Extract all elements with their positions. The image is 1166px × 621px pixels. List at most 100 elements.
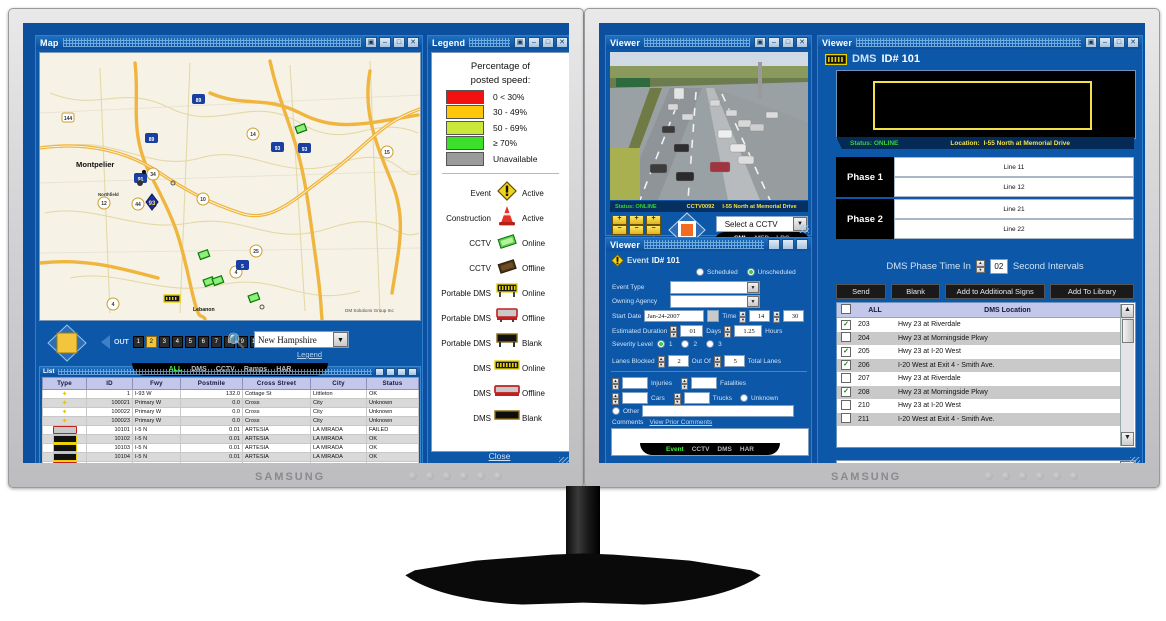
dms-titlebar[interactable]: Viewer ▣ – □ ✕ bbox=[818, 36, 1142, 49]
time-minutes-value[interactable]: 30 bbox=[783, 310, 805, 322]
zoom-level-6[interactable]: 6 bbox=[197, 336, 209, 348]
calendar-icon[interactable] bbox=[707, 310, 720, 322]
minimize-icon[interactable]: – bbox=[528, 37, 540, 48]
event-titlebar[interactable]: Viewer bbox=[606, 238, 811, 251]
event-tab-cctv[interactable]: CCTV bbox=[692, 446, 710, 453]
dms-table[interactable]: ALL DMS Location ✓ 203 Hwy 23 at Riverdale… bbox=[837, 303, 1120, 426]
pan-plus-button[interactable]: + bbox=[629, 215, 644, 225]
duration-days-value[interactable]: 01 bbox=[680, 325, 704, 337]
restore-icon[interactable]: ▣ bbox=[1085, 37, 1097, 48]
dms-row-checkbox[interactable]: ✓ bbox=[841, 360, 851, 371]
unknown-radio[interactable] bbox=[740, 394, 748, 402]
table-row[interactable]: ✦ 1 I-93 W 132.0 Cottage St Littleton OK bbox=[42, 389, 419, 399]
maximize-icon[interactable]: □ bbox=[1113, 37, 1125, 48]
dms-col-location[interactable]: DMS Location bbox=[895, 303, 1120, 318]
close-icon[interactable]: ✕ bbox=[796, 37, 808, 48]
dms-message-area[interactable] bbox=[873, 81, 1092, 130]
maximize-icon[interactable]: □ bbox=[393, 37, 405, 48]
dms-col-all[interactable]: ALL bbox=[855, 303, 895, 318]
resize-grip[interactable] bbox=[1130, 457, 1140, 463]
dms-row-checkbox[interactable] bbox=[841, 332, 851, 343]
chevron-down-icon[interactable]: ▼ bbox=[333, 332, 348, 347]
dms-row-checkbox-cell[interactable]: ✓ bbox=[837, 358, 855, 372]
view-prior-comments-link[interactable]: View Prior Comments bbox=[649, 419, 712, 426]
cctv-titlebar[interactable]: Viewer ▣ – □ ✕ bbox=[606, 36, 811, 49]
dms-table-row[interactable]: 210 Hwy 23 at I-20 West bbox=[837, 399, 1120, 413]
other-radio[interactable] bbox=[612, 407, 620, 415]
restore-icon[interactable]: ▣ bbox=[754, 37, 766, 48]
map-pan-pad[interactable] bbox=[47, 324, 87, 362]
dms-table-row[interactable]: ✓ 203 Hwy 23 at Riverdale bbox=[837, 318, 1120, 332]
event-tab-event[interactable]: Event bbox=[666, 446, 684, 453]
total-lanes-spinner[interactable]: ▲ ▼ bbox=[713, 355, 721, 368]
sign-select[interactable]: Select a Sign ▼ bbox=[836, 460, 1136, 463]
cars-input[interactable] bbox=[622, 392, 648, 404]
maximize-icon[interactable] bbox=[397, 367, 406, 376]
add-to-library-button[interactable]: Add To Library bbox=[1049, 284, 1134, 299]
trucks-input[interactable] bbox=[683, 392, 710, 404]
monitor-buttons-left[interactable] bbox=[409, 472, 502, 480]
dms-row-checkbox-cell[interactable]: ✓ bbox=[837, 385, 855, 399]
table-row[interactable]: 10101 I-5 N 0.01 ARTESIA LA MIRADA FAILED bbox=[42, 425, 419, 435]
maximize-icon[interactable]: □ bbox=[542, 37, 554, 48]
close-icon[interactable]: ✕ bbox=[1127, 37, 1139, 48]
close-icon[interactable]: ✕ bbox=[407, 37, 419, 48]
owning-agency-select[interactable]: ▼ bbox=[670, 295, 760, 308]
scroll-down-arrow-icon[interactable]: ▼ bbox=[1121, 432, 1134, 446]
chevron-down-icon[interactable]: ▼ bbox=[747, 282, 759, 293]
severity-radio-3[interactable] bbox=[706, 340, 715, 348]
lanes-blocked-value[interactable]: 2 bbox=[667, 355, 689, 367]
restore-icon[interactable]: ▣ bbox=[514, 37, 526, 48]
minimize-icon[interactable]: – bbox=[379, 37, 391, 48]
duration-days-spinner[interactable]: ▲ ▼ bbox=[670, 325, 678, 338]
dms-table-row[interactable]: ✓ 208 Hwy 23 at Morningside Pkwy bbox=[837, 385, 1120, 399]
map-window-buttons[interactable]: ▣ – □ ✕ bbox=[365, 37, 422, 48]
magnifier-icon[interactable]: 🔍 bbox=[227, 332, 246, 350]
legend-close-link[interactable]: Close bbox=[489, 451, 511, 461]
dms-table-row[interactable]: 207 Hwy 23 at Riverdale bbox=[837, 372, 1120, 386]
unscheduled-radio[interactable] bbox=[746, 268, 755, 276]
zoom-plus-button[interactable]: + bbox=[612, 215, 627, 225]
event-tab-har[interactable]: HAR bbox=[740, 446, 754, 453]
zoom-level-7[interactable]: 7 bbox=[210, 336, 222, 348]
restore-icon[interactable]: ▣ bbox=[365, 37, 377, 48]
trucks-spinner[interactable]: ▲ ▼ bbox=[673, 392, 681, 405]
phase-time-value[interactable]: 02 bbox=[989, 259, 1008, 274]
close-icon[interactable]: ✕ bbox=[556, 37, 568, 48]
total-lanes-value[interactable]: 5 bbox=[723, 355, 745, 367]
time-hours-value[interactable]: 14 bbox=[749, 310, 771, 322]
zoom-level-1[interactable]: 1 bbox=[132, 336, 144, 348]
dms-row-checkbox[interactable]: ✓ bbox=[841, 346, 851, 357]
dms-row-checkbox-cell[interactable] bbox=[837, 331, 855, 345]
close-icon[interactable] bbox=[796, 239, 808, 250]
zoom-level-5[interactable]: 5 bbox=[184, 336, 196, 348]
phase-2-line-2[interactable]: Line 22 bbox=[894, 219, 1134, 239]
event-type-select[interactable]: ▼ bbox=[670, 281, 760, 294]
dms-table-scrollbar[interactable]: ▲ ▼ bbox=[1120, 304, 1134, 446]
injuries-input[interactable] bbox=[622, 377, 648, 389]
monitor-buttons-right[interactable] bbox=[985, 472, 1078, 480]
event-schedule-radios[interactable]: Scheduled Unscheduled bbox=[696, 268, 796, 276]
severity-radio-2[interactable] bbox=[681, 340, 690, 348]
dms-table-row[interactable]: ✓ 206 I-20 West at Exit 4 - Smith Ave. bbox=[837, 358, 1120, 372]
time-hours-spinner[interactable]: ▲ ▼ bbox=[739, 310, 747, 323]
send-button[interactable]: Send bbox=[836, 284, 886, 299]
table-row[interactable]: 10105I-00 E0.01MAINBOSTONUnknown bbox=[42, 461, 419, 463]
dms-table-row[interactable]: 211 I-20 West at Exit 4 - Smith Ave. bbox=[837, 412, 1120, 426]
phase-1-line-1[interactable]: Line 11 bbox=[894, 157, 1134, 177]
other-input[interactable] bbox=[642, 405, 795, 417]
zoom-level-3[interactable]: 3 bbox=[158, 336, 170, 348]
duration-hours-value[interactable]: 1.25 bbox=[734, 325, 763, 337]
cctv-select[interactable]: Select a CCTV ▼ bbox=[716, 216, 808, 232]
zoom-level-2[interactable]: 2 bbox=[145, 336, 157, 348]
minimize-icon[interactable] bbox=[386, 367, 395, 376]
dms-location-table[interactable]: ALL DMS Location ✓ 203 Hwy 23 at Riverdale… bbox=[836, 302, 1136, 448]
iris-minus-button[interactable]: − bbox=[646, 225, 661, 235]
dms-message-board[interactable] bbox=[836, 70, 1136, 139]
col-status[interactable]: Status bbox=[366, 377, 419, 390]
chevron-down-icon[interactable]: ▼ bbox=[747, 296, 759, 307]
zoom-minus-button[interactable]: − bbox=[612, 225, 627, 235]
resize-grip[interactable] bbox=[559, 457, 569, 463]
table-row[interactable]: 10102 I-5 N 0.01 ARTESIA LA MIRADA OK bbox=[42, 434, 419, 444]
event-tab-dms[interactable]: DMS bbox=[717, 446, 731, 453]
